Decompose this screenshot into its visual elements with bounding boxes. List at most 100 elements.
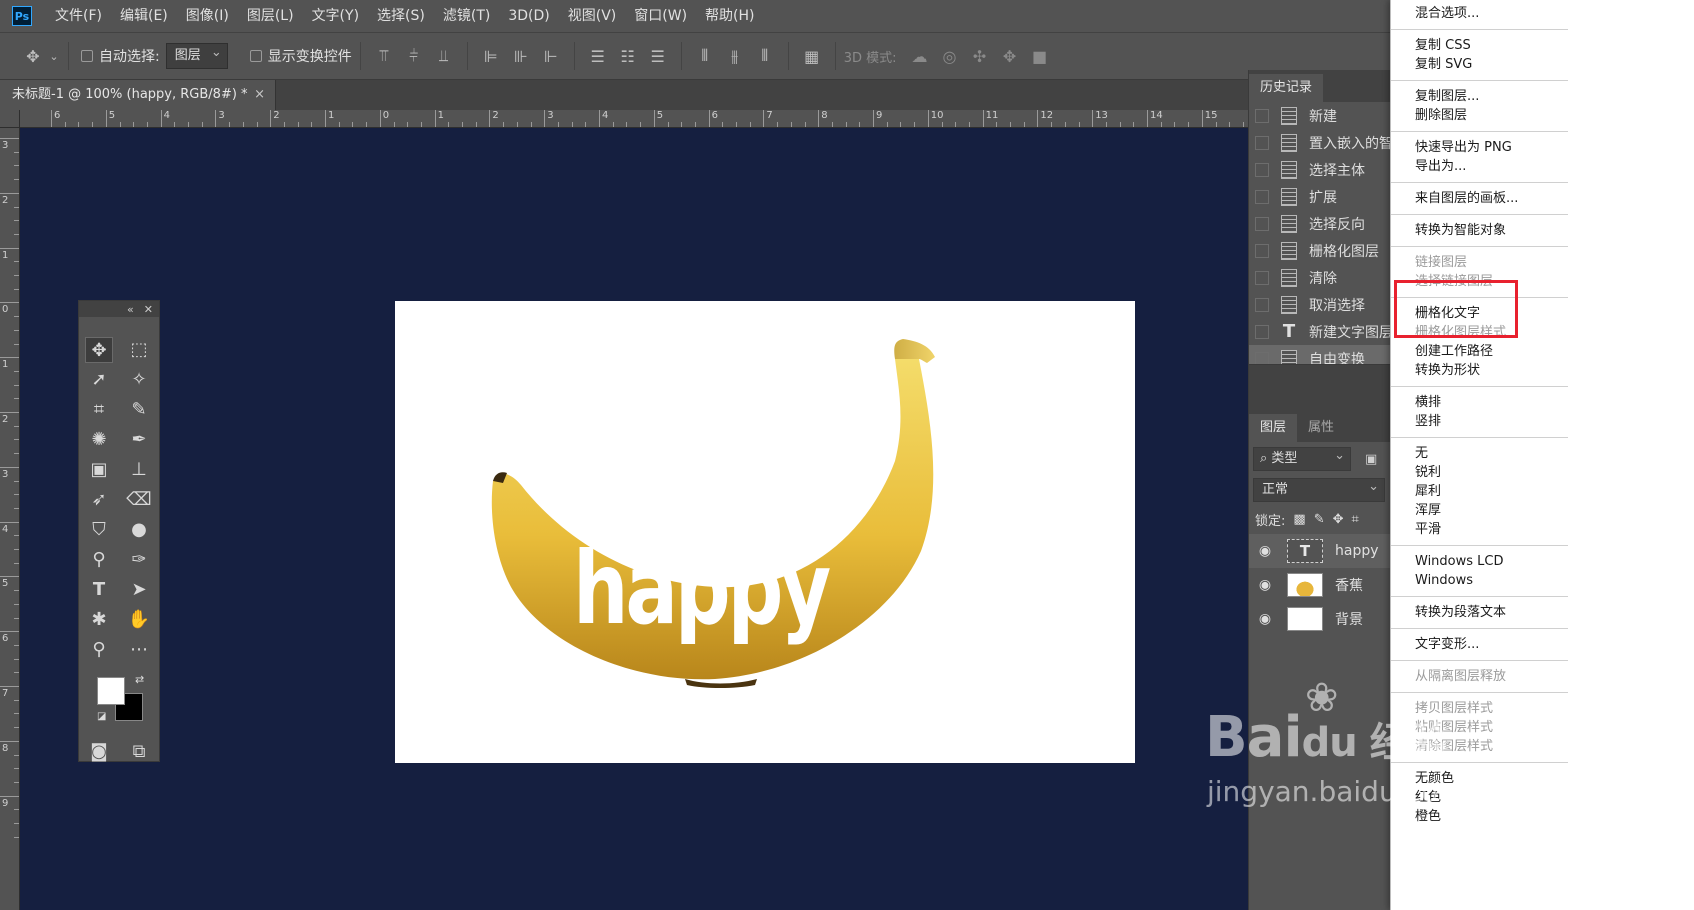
history-snapshot-checkbox[interactable] [1255,351,1269,364]
document-canvas[interactable]: happy [395,301,1135,763]
context-menu-item[interactable]: 浑厚 [1391,501,1568,520]
menu-item[interactable]: 选择(S) [368,0,434,32]
distribute-vcenter-icon[interactable]: ☷ [613,47,643,66]
history-snapshot-checkbox[interactable] [1255,135,1269,150]
align-left-icon[interactable]: ⊫ [476,47,506,66]
context-menu-item[interactable]: 无 [1391,444,1568,463]
marquee-tool-icon[interactable]: ⬚ [125,337,153,363]
history-item[interactable]: 选择反向 [1249,210,1390,237]
menu-item[interactable]: 窗口(W) [625,0,696,32]
context-menu-item[interactable]: 转换为形状 [1391,361,1568,380]
blur-tool-icon[interactable]: ● [125,517,153,543]
history-item[interactable]: 栅格化图层 [1249,237,1390,264]
align-right-icon[interactable]: ⊩ [536,47,566,66]
align-bottom-icon[interactable]: ⫫ [429,46,459,66]
align-top-icon[interactable]: ⫪ [369,46,399,66]
lock-artboard-icon[interactable]: ⌗ [1352,512,1359,527]
history-item[interactable]: 自由变换 [1249,345,1390,364]
3d-scale-icon[interactable]: ■ [1025,47,1055,66]
vertical-ruler[interactable]: 3 2 1 0 1 2 3 4 5 6 7 8 9 [0,128,20,910]
context-menu-item[interactable]: 混合选项... [1391,4,1568,23]
history-item[interactable]: 清除 [1249,264,1390,291]
history-brush-tool-icon[interactable]: ➶ [85,487,113,513]
distribute-hcenter-icon[interactable]: ⫵ [720,46,750,66]
happy-text-layer[interactable]: happy [573,539,831,639]
blend-mode-dropdown[interactable]: 正常 [1253,476,1385,502]
pen-tool-icon[interactable]: ✑ [125,547,153,573]
context-menu-item[interactable]: 栅格化文字 [1391,304,1568,323]
tools-panel-header[interactable]: « ✕ [79,301,159,317]
more-tools-icon[interactable]: ⋯ [125,637,153,663]
history-snapshot-checkbox[interactable] [1255,297,1269,312]
show-transform-checkbox[interactable] [249,50,262,62]
distribute-top-icon[interactable]: ☰ [583,47,613,66]
foreground-color-swatch[interactable] [97,677,125,705]
lock-position-icon[interactable]: ✥ [1333,512,1344,527]
move-tool-icon[interactable]: ✥ [18,47,48,66]
context-menu-item[interactable]: Windows [1391,571,1568,590]
canvas-workspace[interactable]: happy [20,128,1350,910]
eyedropper-tool-icon[interactable]: ✎ [125,397,153,423]
context-menu-item[interactable]: 无颜色 [1391,769,1568,788]
context-menu-item[interactable]: 红色 [1391,788,1568,807]
brush-tool-icon[interactable]: ✒ [125,427,153,453]
menu-item[interactable]: 帮助(H) [696,0,763,32]
context-menu-item[interactable]: 复制 CSS [1391,36,1568,55]
context-menu-item[interactable]: 来自图层的画板... [1391,189,1568,208]
context-menu-item[interactable]: 删除图层 [1391,106,1568,125]
context-menu-item[interactable]: 创建工作路径 [1391,342,1568,361]
history-snapshot-checkbox[interactable] [1255,324,1269,339]
layer-filter-dropdown[interactable]: ⌕ 类型 [1253,445,1351,471]
eraser-tool-icon[interactable]: ⌫ [125,487,153,513]
close-panel-icon[interactable]: ✕ [144,303,153,316]
history-snapshot-checkbox[interactable] [1255,270,1269,285]
menu-item[interactable]: 文件(F) [46,0,111,32]
dodge-tool-icon[interactable]: ⚲ [85,547,113,573]
context-menu-item[interactable]: 橙色 [1391,807,1568,826]
context-menu-item[interactable]: 平滑 [1391,520,1568,539]
menu-item[interactable]: 3D(D) [499,0,558,32]
layer-row[interactable]: ◉ 背景 [1249,602,1390,636]
path-selection-tool-icon[interactable]: ➤ [125,577,153,603]
menu-item[interactable]: 文字(Y) [303,0,368,32]
history-item[interactable]: 取消选择 [1249,291,1390,318]
context-menu-item[interactable]: 快速导出为 PNG [1391,138,1568,157]
collapse-panel-icon[interactable]: « [127,303,134,316]
horizontal-ruler[interactable]: 6 5 4 3 2 1 0 1 2 3 4 5 6 7 8 9 10 11 12 13 14 15 [20,110,1350,128]
visibility-eye-icon[interactable]: ◉ [1253,611,1277,627]
history-item[interactable]: 选择主体 [1249,156,1390,183]
distribute-bottom-icon[interactable]: ☰ [643,47,673,66]
ruler-origin[interactable] [0,110,20,128]
menu-item[interactable]: 编辑(E) [111,0,177,32]
context-menu-item[interactable]: 竖排 [1391,412,1568,431]
history-snapshot-checkbox[interactable] [1255,162,1269,177]
context-menu-item[interactable]: 转换为智能对象 [1391,221,1568,240]
align-horizontal-center-icon[interactable]: ⊪ [506,47,536,66]
layer-row[interactable]: ◉ 香蕉 [1249,568,1390,602]
custom-shape-tool-icon[interactable]: ✱ [85,607,113,633]
context-menu-item[interactable]: 文字变形... [1391,635,1568,654]
paint-bucket-tool-icon[interactable]: ⛉ [85,517,113,543]
auto-select-checkbox[interactable] [81,50,93,62]
tab-layers[interactable]: 图层 [1249,414,1298,442]
history-item[interactable]: 新建 [1249,102,1390,129]
visibility-eye-icon[interactable]: ◉ [1253,543,1277,559]
history-item[interactable]: 置入嵌入的智 [1249,129,1390,156]
tab-history[interactable]: 历史记录 [1249,74,1324,102]
context-menu-item[interactable]: 犀利 [1391,482,1568,501]
context-menu-item[interactable]: 复制 SVG [1391,55,1568,74]
align-vertical-center-icon[interactable]: ⫩ [399,46,429,66]
history-item[interactable]: T 新建文字图层 [1249,318,1390,345]
gradient-tool-icon[interactable]: ▣ [85,457,113,483]
magic-wand-tool-icon[interactable]: ✧ [125,367,153,393]
lock-pixels-icon[interactable]: ✎ [1314,512,1325,527]
default-colors-icon[interactable]: ◪ [97,711,106,722]
history-snapshot-checkbox[interactable] [1255,243,1269,258]
swap-colors-icon[interactable]: ⇄ [135,673,144,686]
visibility-eye-icon[interactable]: ◉ [1253,577,1277,593]
distribute-right-icon[interactable]: ⫴ [750,46,780,66]
image-filter-icon[interactable]: ▣ [1365,452,1377,467]
menu-item[interactable]: 滤镜(T) [434,0,499,32]
context-menu-item[interactable]: 转换为段落文本 [1391,603,1568,622]
lock-transparency-icon[interactable]: ▩ [1293,512,1305,527]
